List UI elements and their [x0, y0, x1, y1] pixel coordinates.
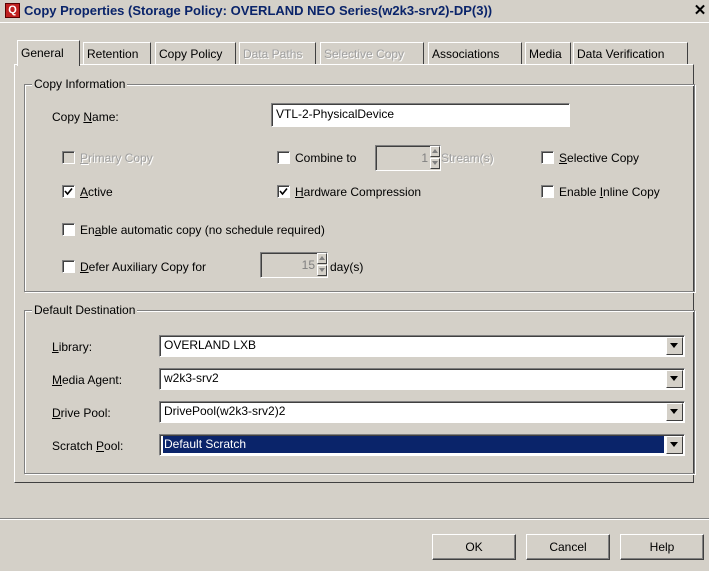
chevron-down-icon[interactable] — [666, 370, 683, 388]
active-checkbox[interactable] — [62, 185, 75, 198]
drive-pool-select[interactable]: DrivePool(w2k3-srv2)2 — [159, 401, 685, 423]
scratch-pool-value: Default Scratch — [163, 436, 664, 453]
scratch-pool-label: Scratch Pool: — [52, 439, 124, 453]
enable-auto-copy-label: Enable automatic copy (no schedule requi… — [80, 223, 325, 237]
close-icon[interactable]: ✕ — [693, 2, 707, 20]
checkmark-icon — [64, 187, 73, 196]
selective-copy-checkbox[interactable] — [541, 151, 554, 164]
defer-days-value: 15 — [301, 258, 315, 272]
spin-down-icon[interactable] — [317, 265, 327, 276]
defer-aux-label: Defer Auxiliary Copy for — [80, 260, 207, 274]
tab-copy-policy[interactable]: Copy Policy — [155, 42, 236, 64]
app-icon: Q — [5, 3, 20, 18]
chevron-down-icon[interactable] — [666, 436, 683, 454]
selective-copy-label: Selective Copy — [559, 151, 640, 165]
combine-streams-suffix: Stream(s) — [441, 151, 494, 165]
tab-selective-copy[interactable]: Selective Copy — [320, 42, 424, 64]
library-label: Library: — [52, 340, 93, 354]
defer-days-suffix: day(s) — [330, 260, 364, 274]
tab-data-verification[interactable]: Data Verification — [573, 42, 688, 64]
drive-pool-label: Drive Pool: — [52, 406, 111, 420]
tab-general[interactable]: General — [17, 40, 80, 66]
primary-copy-checkbox[interactable] — [62, 151, 75, 164]
ok-button[interactable]: OK — [432, 534, 516, 560]
window-title: Copy Properties (Storage Policy: OVERLAN… — [24, 3, 493, 18]
enable-inline-copy-checkbox[interactable] — [541, 185, 554, 198]
combine-to-checkbox[interactable] — [277, 151, 290, 164]
chevron-down-icon[interactable] — [666, 337, 683, 355]
drive-pool-value: DrivePool(w2k3-srv2)2 — [164, 404, 286, 418]
defer-aux-checkbox[interactable] — [62, 260, 75, 273]
spin-down-icon[interactable] — [430, 158, 440, 169]
defer-days-spinner[interactable]: 15 — [260, 252, 328, 278]
media-agent-value: w2k3-srv2 — [164, 371, 219, 385]
tab-data-paths[interactable]: Data Paths — [239, 42, 316, 64]
spin-up-icon[interactable] — [430, 146, 440, 157]
copy-information-label: Copy Information — [32, 77, 128, 91]
default-destination-label: Default Destination — [32, 303, 138, 317]
media-agent-select[interactable]: w2k3-srv2 — [159, 368, 685, 390]
media-agent-label: Media Agent: — [52, 373, 123, 387]
tab-retention[interactable]: Retention — [83, 42, 151, 64]
combine-streams-spinner[interactable]: 1 — [375, 145, 441, 171]
library-value: OVERLAND LXB — [164, 338, 257, 352]
copy-properties-dialog: Q Copy Properties (Storage Policy: OVERL… — [0, 0, 709, 571]
scratch-pool-select[interactable]: Default Scratch — [159, 434, 685, 456]
hardware-compression-checkbox[interactable] — [277, 185, 290, 198]
copy-name-label: Copy Name: — [52, 110, 119, 124]
library-select[interactable]: OVERLAND LXB — [159, 335, 685, 357]
enable-inline-copy-label: Enable Inline Copy — [559, 185, 660, 199]
spin-up-icon[interactable] — [317, 253, 327, 264]
active-label: Active — [80, 185, 113, 199]
copy-name-field[interactable]: VTL-2-PhysicalDevice — [271, 103, 570, 127]
chevron-down-icon[interactable] — [666, 403, 683, 421]
footer-separator — [0, 518, 709, 520]
title-bar[interactable]: Q Copy Properties (Storage Policy: OVERL… — [0, 0, 709, 23]
enable-auto-copy-checkbox[interactable] — [62, 223, 75, 236]
help-button[interactable]: Help — [620, 534, 704, 560]
cancel-button[interactable]: Cancel — [526, 534, 610, 560]
combine-to-label: Combine to — [295, 151, 357, 165]
primary-copy-label: Primary Copy — [80, 151, 153, 165]
tab-associations[interactable]: Associations — [428, 42, 522, 64]
checkmark-icon — [279, 187, 288, 196]
tab-media[interactable]: Media — [525, 42, 571, 64]
hardware-compression-label: Hardware Compression — [295, 185, 422, 199]
combine-streams-value: 1 — [421, 151, 428, 165]
